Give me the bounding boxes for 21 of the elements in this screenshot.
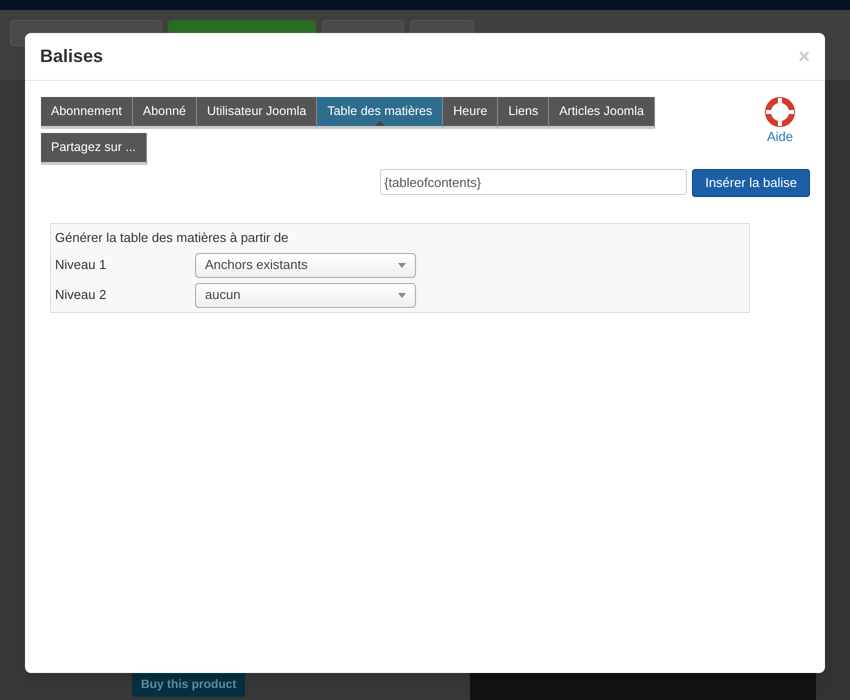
buy-button[interactable]: Buy this product xyxy=(132,671,246,697)
tab[interactable]: Liens xyxy=(498,97,550,129)
field-label: Niveau 2 xyxy=(55,286,108,304)
tab[interactable]: Abonnement xyxy=(41,97,133,129)
panel-heading: Générer la table des matières à partir de xyxy=(55,229,290,247)
dropdown[interactable]: Anchors existants xyxy=(195,252,416,278)
tab[interactable]: Utilisateur Joomla xyxy=(197,97,318,129)
dialog-title: Balises xyxy=(40,45,104,68)
tab[interactable]: Table des matières xyxy=(317,97,444,129)
tab[interactable]: Abonné xyxy=(132,97,197,129)
lifebuoy-help-icon[interactable] xyxy=(765,97,795,127)
caret-icon xyxy=(398,292,406,298)
insert-tag-button[interactable]: Insérer la balise xyxy=(692,169,810,197)
dropdown[interactable]: aucun xyxy=(195,282,416,308)
caret-icon xyxy=(398,262,406,268)
tab[interactable]: Heure xyxy=(443,97,498,129)
help-link[interactable]: Aide xyxy=(766,127,794,146)
tab[interactable]: Articles Joomla xyxy=(549,97,655,129)
tag-input-field[interactable]: {tableofcontents} xyxy=(380,169,688,195)
tab[interactable]: Partagez sur ... xyxy=(41,133,147,165)
field-label: Niveau 1 xyxy=(55,256,108,274)
